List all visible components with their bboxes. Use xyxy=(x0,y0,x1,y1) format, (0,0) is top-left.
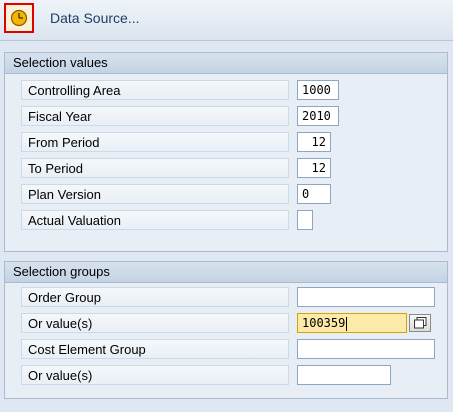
cost-element-group-label: Cost Element Group xyxy=(21,339,289,359)
fiscal-year-field[interactable]: 2010 xyxy=(297,106,339,126)
order-values-text: 100359 xyxy=(302,316,346,330)
plan-version-label: Plan Version xyxy=(21,184,289,204)
text-cursor xyxy=(346,316,348,331)
plan-version-field[interactable]: 0 xyxy=(297,184,331,204)
to-period-label: To Period xyxy=(21,158,289,178)
order-values-field[interactable]: 100359 xyxy=(297,313,407,333)
execute-clock-icon xyxy=(10,9,28,27)
cost-element-values-field[interactable] xyxy=(297,365,391,385)
selection-values-group: Selection values Controlling Area 1000 F… xyxy=(4,52,448,252)
actual-valuation-field[interactable] xyxy=(297,210,313,230)
cost-element-values-label: Or value(s) xyxy=(21,365,289,385)
execute-button[interactable] xyxy=(4,3,34,33)
application-toolbar: Data Source... xyxy=(0,0,453,41)
data-source-button[interactable]: Data Source... xyxy=(50,10,140,26)
multiple-selection-icon xyxy=(414,317,427,329)
controlling-area-label: Controlling Area xyxy=(21,80,289,100)
multiple-selection-button[interactable] xyxy=(409,314,431,332)
cost-element-group-field[interactable] xyxy=(297,339,435,359)
fiscal-year-label: Fiscal Year xyxy=(21,106,289,126)
order-values-label: Or value(s) xyxy=(21,313,289,333)
from-period-field[interactable]: 12 xyxy=(297,132,331,152)
from-period-label: From Period xyxy=(21,132,289,152)
controlling-area-field[interactable]: 1000 xyxy=(297,80,339,100)
selection-groups-title: Selection groups xyxy=(5,262,447,283)
order-group-field[interactable] xyxy=(297,287,435,307)
actual-valuation-label: Actual Valuation xyxy=(21,210,289,230)
selection-values-title: Selection values xyxy=(5,53,447,74)
order-group-label: Order Group xyxy=(21,287,289,307)
to-period-field[interactable]: 12 xyxy=(297,158,331,178)
selection-groups-group: Selection groups Order Group Or value(s)… xyxy=(4,261,448,399)
